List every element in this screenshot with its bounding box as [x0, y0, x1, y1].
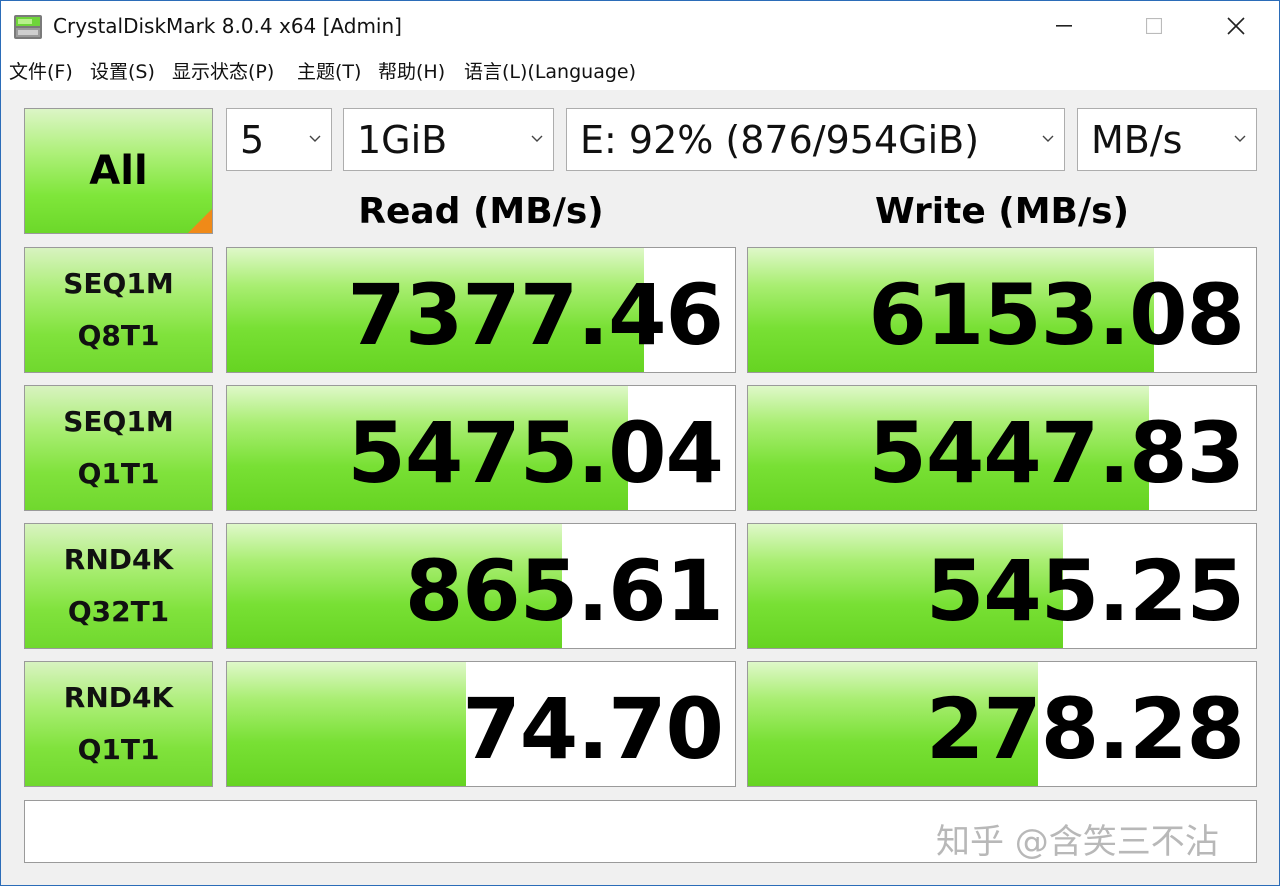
test-label-line1: SEQ1M — [63, 405, 174, 438]
test-button-seq1m-q1t1[interactable]: SEQ1M Q1T1 — [24, 385, 213, 511]
result-cell-read: 5475.04 — [226, 385, 736, 511]
menu-help[interactable]: 帮助(H) — [378, 57, 445, 84]
result-cell-write: 545.25 — [747, 523, 1257, 649]
write-value: 278.28 — [925, 680, 1245, 778]
watermark-text: 知乎 @含笑三不沾 — [936, 822, 1219, 862]
write-value: 545.25 — [925, 542, 1245, 640]
test-label-line2: Q8T1 — [77, 319, 160, 352]
menu-bar: 文件(F) 设置(S) 显示状态(P) 主题(T) 帮助(H) 语言(L)(La… — [1, 53, 1279, 87]
read-bar — [227, 662, 466, 786]
test-button-seq1m-q8t1[interactable]: SEQ1M Q8T1 — [24, 247, 213, 373]
crystaldiskmark-app-icon — [13, 12, 43, 42]
menu-file[interactable]: 文件(F) — [9, 57, 73, 84]
unit-value: MB/s — [1091, 118, 1183, 162]
result-cell-read: 865.61 — [226, 523, 736, 649]
test-button-rnd4k-q32t1[interactable]: RND4K Q32T1 — [24, 523, 213, 649]
chevron-down-icon — [531, 135, 543, 142]
result-cell-write: 5447.83 — [747, 385, 1257, 511]
result-cell-write: 6153.08 — [747, 247, 1257, 373]
write-value: 6153.08 — [868, 266, 1245, 364]
read-column-header: Read (MB/s) — [358, 191, 604, 232]
test-size-value: 1GiB — [357, 118, 448, 162]
title-bar[interactable]: CrystalDiskMark 8.0.4 x64 [Admin] — [1, 1, 1279, 51]
result-cell-read: 7377.46 — [226, 247, 736, 373]
menu-language[interactable]: 语言(L)(Language) — [464, 57, 636, 84]
test-label-line2: Q1T1 — [77, 457, 160, 490]
drive-value: E: 92% (876/954GiB) — [580, 118, 980, 162]
test-button-rnd4k-q1t1[interactable]: RND4K Q1T1 — [24, 661, 213, 787]
test-label-line2: Q1T1 — [77, 733, 160, 766]
read-value: 7377.46 — [347, 266, 724, 364]
all-button[interactable]: All — [24, 108, 213, 234]
menu-display[interactable]: 显示状态(P) — [172, 57, 274, 84]
test-size-select[interactable]: 1GiB — [343, 108, 554, 171]
all-button-label: All — [89, 148, 148, 194]
close-icon — [1227, 17, 1245, 35]
chevron-down-icon — [1042, 135, 1054, 142]
write-column-header: Write (MB/s) — [874, 191, 1130, 232]
minimize-button[interactable] — [1019, 1, 1109, 51]
read-value: 74.70 — [462, 680, 724, 778]
corner-indicator-icon — [188, 209, 212, 233]
result-cell-write: 278.28 — [747, 661, 1257, 787]
drive-select[interactable]: E: 92% (876/954GiB) — [566, 108, 1065, 171]
menu-theme[interactable]: 主题(T) — [297, 57, 361, 84]
test-count-value: 5 — [240, 118, 265, 162]
app-window: CrystalDiskMark 8.0.4 x64 [Admin] 文件(F) … — [0, 0, 1280, 886]
result-cell-read: 74.70 — [226, 661, 736, 787]
read-value: 865.61 — [404, 542, 724, 640]
maximize-button[interactable] — [1109, 1, 1199, 51]
test-count-select[interactable]: 5 — [226, 108, 332, 171]
window-title: CrystalDiskMark 8.0.4 x64 [Admin] — [53, 14, 402, 38]
test-label-line1: RND4K — [63, 681, 174, 714]
read-value: 5475.04 — [347, 404, 724, 502]
unit-select[interactable]: MB/s — [1077, 108, 1257, 171]
test-label-line2: Q32T1 — [67, 595, 170, 628]
chevron-down-icon — [1234, 135, 1246, 142]
write-value: 5447.83 — [868, 404, 1245, 502]
test-label-line1: RND4K — [63, 543, 174, 576]
test-label-line1: SEQ1M — [63, 267, 174, 300]
maximize-icon — [1146, 18, 1162, 34]
menu-settings[interactable]: 设置(S) — [90, 57, 155, 84]
chevron-down-icon — [309, 135, 321, 142]
minimize-icon — [1056, 25, 1072, 27]
close-button[interactable] — [1191, 1, 1279, 51]
